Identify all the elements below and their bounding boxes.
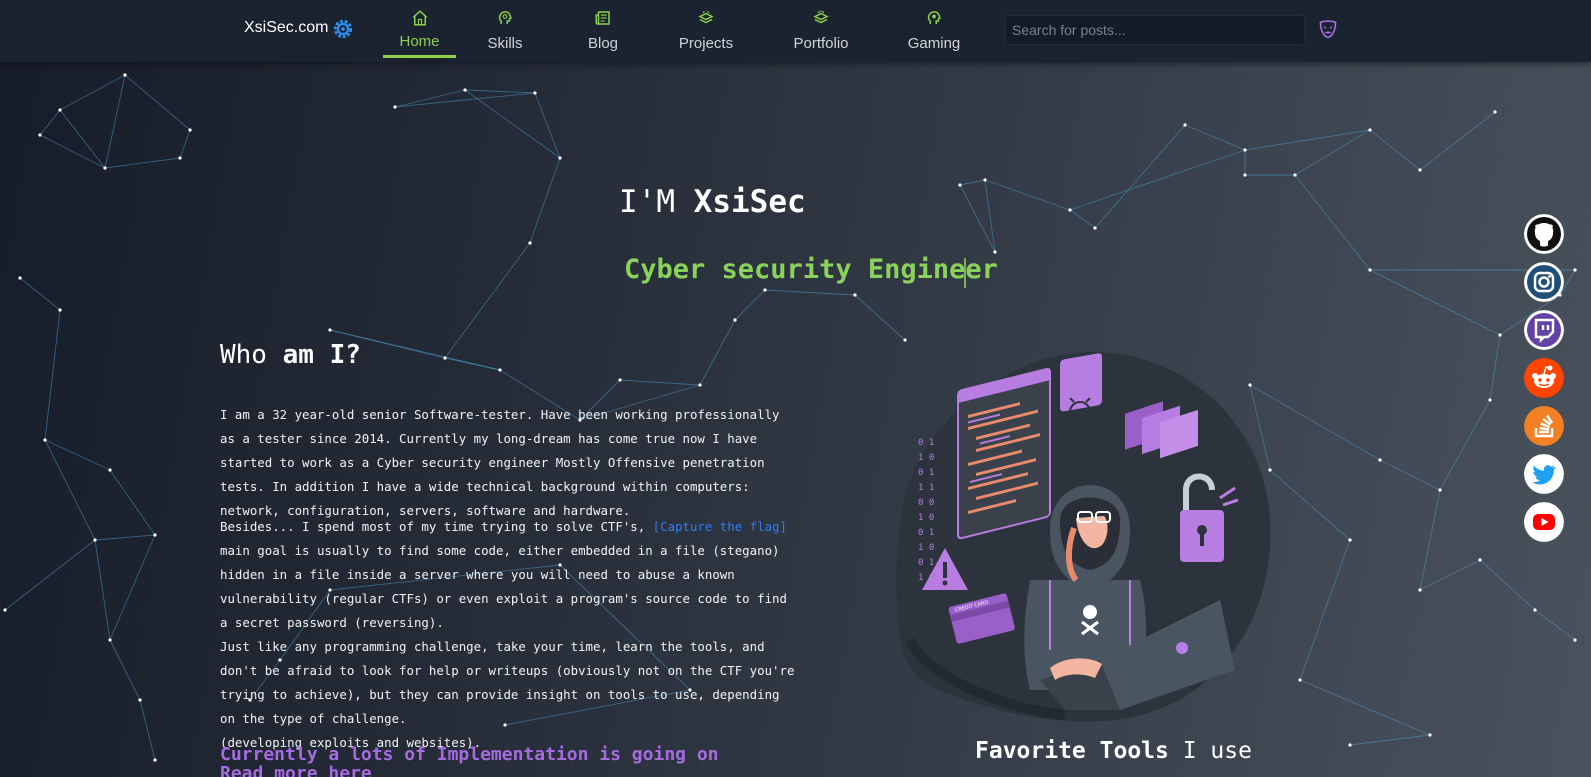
portfolio-icon bbox=[813, 10, 829, 24]
about-title: Who am I? bbox=[220, 340, 361, 370]
nav-portfolio-label: Portfolio bbox=[793, 35, 849, 52]
brain-icon bbox=[498, 11, 513, 24]
about-title-prefix: Who bbox=[220, 340, 267, 370]
svg-text:0 1: 0 1 bbox=[918, 468, 934, 478]
tools-title-rest: I use bbox=[1168, 738, 1252, 764]
svg-text:0 1: 0 1 bbox=[918, 438, 934, 448]
ctf-text-after: main goal is usually to find some code, … bbox=[220, 543, 787, 630]
favorite-tools-title: Favorite Tools I use bbox=[975, 738, 1252, 764]
about-paragraph-2: Besides... I spend most of my time tryin… bbox=[220, 515, 800, 755]
reddit-icon[interactable] bbox=[1524, 358, 1564, 398]
svg-text:1 1: 1 1 bbox=[918, 483, 934, 493]
home-icon bbox=[412, 10, 427, 26]
tools-title-bold: Favorite Tools bbox=[975, 738, 1169, 764]
twitter-icon[interactable] bbox=[1524, 454, 1564, 494]
gaming-icon bbox=[927, 11, 942, 24]
svg-text:1 0: 1 0 bbox=[918, 453, 934, 463]
svg-text:1 0: 1 0 bbox=[918, 543, 934, 553]
hero-title: I'M XsiSec bbox=[619, 184, 806, 220]
svg-text:0 1: 0 1 bbox=[918, 528, 934, 538]
svg-text:0 1: 0 1 bbox=[918, 558, 934, 568]
nav-home[interactable]: Home bbox=[383, 0, 456, 60]
stackoverflow-icon[interactable] bbox=[1524, 406, 1564, 446]
hacker-illustration: 0 11 00 1 1 10 01 0 0 11 00 1 1 0 CREDIT… bbox=[896, 351, 1271, 722]
theme-gear-icon[interactable] bbox=[332, 18, 354, 40]
twitch-icon[interactable] bbox=[1524, 310, 1564, 350]
about-paragraph-3: Just like any programming challenge, tak… bbox=[220, 639, 795, 726]
newspaper-icon bbox=[595, 11, 610, 25]
hero-title-name: XsiSec bbox=[693, 184, 806, 220]
brand-logo-text[interactable]: XsiSec.com bbox=[244, 19, 328, 37]
hero-role: Cyber security Engineer bbox=[624, 254, 998, 285]
instagram-icon[interactable] bbox=[1524, 262, 1564, 302]
nav-projects[interactable]: Projects bbox=[677, 0, 735, 60]
nav-projects-label: Projects bbox=[678, 35, 734, 52]
nav-portfolio[interactable]: Portfolio bbox=[792, 0, 850, 60]
github-icon[interactable] bbox=[1524, 214, 1564, 254]
read-more-link[interactable]: Read more here bbox=[220, 764, 719, 777]
projects-icon bbox=[698, 10, 714, 24]
hacker-mask-icon[interactable] bbox=[1318, 19, 1338, 39]
nav-active-indicator bbox=[383, 55, 456, 58]
navbar: XsiSec.com Home Skills Blog Projects Por… bbox=[0, 0, 1591, 62]
nav-home-label: Home bbox=[399, 33, 440, 50]
svg-text:0 0: 0 0 bbox=[918, 498, 934, 508]
typing-caret bbox=[964, 258, 966, 288]
about-title-bold: am I? bbox=[282, 340, 361, 370]
search-input[interactable] bbox=[1005, 15, 1305, 45]
nav-skills-label: Skills bbox=[487, 35, 523, 52]
about-paragraph-1: I am a 32 year-old senior Software-teste… bbox=[220, 407, 780, 518]
nav-gaming[interactable]: Gaming bbox=[908, 0, 960, 60]
ctf-text-before: Besides... I spend most of my time tryin… bbox=[220, 519, 653, 534]
nav-gaming-label: Gaming bbox=[907, 35, 961, 52]
nav-blog-label: Blog bbox=[587, 35, 619, 52]
implementation-notice: Currently a lots of Implementation is go… bbox=[220, 745, 719, 777]
svg-text:1 0: 1 0 bbox=[918, 513, 934, 523]
capture-the-flag-link[interactable]: [Capture the flag] bbox=[653, 519, 787, 534]
nav-blog[interactable]: Blog bbox=[578, 0, 628, 60]
implementation-text: Currently a lots of Implementation is go… bbox=[220, 744, 719, 765]
hero-title-prefix: I'M bbox=[619, 184, 675, 220]
youtube-icon[interactable] bbox=[1524, 502, 1564, 542]
nav-skills[interactable]: Skills bbox=[477, 0, 533, 60]
